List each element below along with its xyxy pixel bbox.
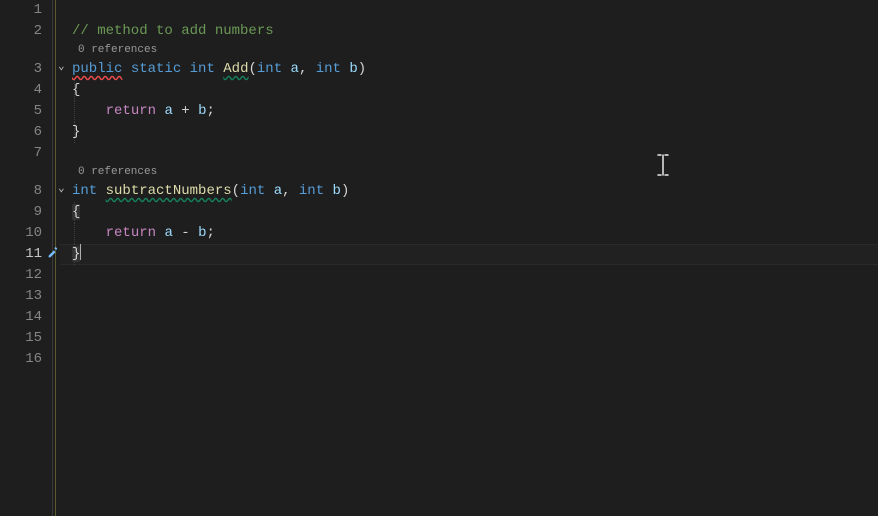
fold-arrow-icon[interactable]: ⌄ xyxy=(58,184,65,195)
line-number: 2 xyxy=(0,21,42,42)
code-line-current[interactable]: } xyxy=(60,244,878,265)
code-line[interactable]: { xyxy=(60,80,878,101)
code-line[interactable] xyxy=(60,328,878,349)
code-line[interactable] xyxy=(60,265,878,286)
code-line[interactable] xyxy=(60,307,878,328)
method-name: Add xyxy=(223,61,248,77)
line-number: 12 xyxy=(0,265,42,286)
comment-text: // method to add numbers xyxy=(72,23,274,39)
code-line[interactable]: } xyxy=(60,122,878,143)
keyword: return xyxy=(106,225,156,241)
line-number: 11 xyxy=(0,244,42,265)
line-number: 1 xyxy=(0,0,42,21)
code-line[interactable]: return a + b; xyxy=(60,101,878,122)
fold-arrow-icon[interactable]: ⌄ xyxy=(58,62,65,73)
line-number: 4 xyxy=(0,80,42,101)
line-number: 14 xyxy=(0,307,42,328)
code-editor[interactable]: 1 2 3 4 5 6 7 8 9 10 11 12 13 14 15 16 /… xyxy=(0,0,878,516)
line-number: 7 xyxy=(0,143,42,164)
line-number: 16 xyxy=(0,349,42,370)
code-line[interactable] xyxy=(60,349,878,370)
line-number: 3 xyxy=(0,59,42,80)
type: int xyxy=(190,61,215,77)
method-name: subtractNumbers xyxy=(106,183,232,199)
line-number: 6 xyxy=(0,122,42,143)
code-line[interactable]: ⌄int subtractNumbers(int a, int b) xyxy=(60,181,878,202)
line-number: 9 xyxy=(0,202,42,223)
codelens-references[interactable]: 0 references xyxy=(60,42,878,59)
code-line[interactable] xyxy=(60,0,878,21)
line-number: 15 xyxy=(0,328,42,349)
quick-actions-icon[interactable] xyxy=(46,246,60,268)
code-content[interactable]: // method to add numbers 0 references ⌄ p… xyxy=(60,0,878,516)
keyword: return xyxy=(106,103,156,119)
type: int xyxy=(72,183,97,199)
line-number: 8 xyxy=(0,181,42,202)
code-line[interactable]: ⌄public static int Add(int a, int b) xyxy=(60,59,878,80)
code-line[interactable]: // method to add numbers xyxy=(60,21,878,42)
keyword: static xyxy=(131,61,181,77)
line-number: 10 xyxy=(0,223,42,244)
code-line[interactable] xyxy=(60,143,878,164)
keyword: public xyxy=(72,61,122,77)
codelens-references[interactable]: 0 references xyxy=(60,164,878,181)
line-number: 13 xyxy=(0,286,42,307)
text-cursor xyxy=(80,244,81,260)
code-line[interactable]: return a - b; xyxy=(60,223,878,244)
line-number-gutter: 1 2 3 4 5 6 7 8 9 10 11 12 13 14 15 16 xyxy=(0,0,50,516)
code-line[interactable] xyxy=(60,286,878,307)
code-line[interactable]: { xyxy=(60,202,878,223)
line-number: 5 xyxy=(0,101,42,122)
